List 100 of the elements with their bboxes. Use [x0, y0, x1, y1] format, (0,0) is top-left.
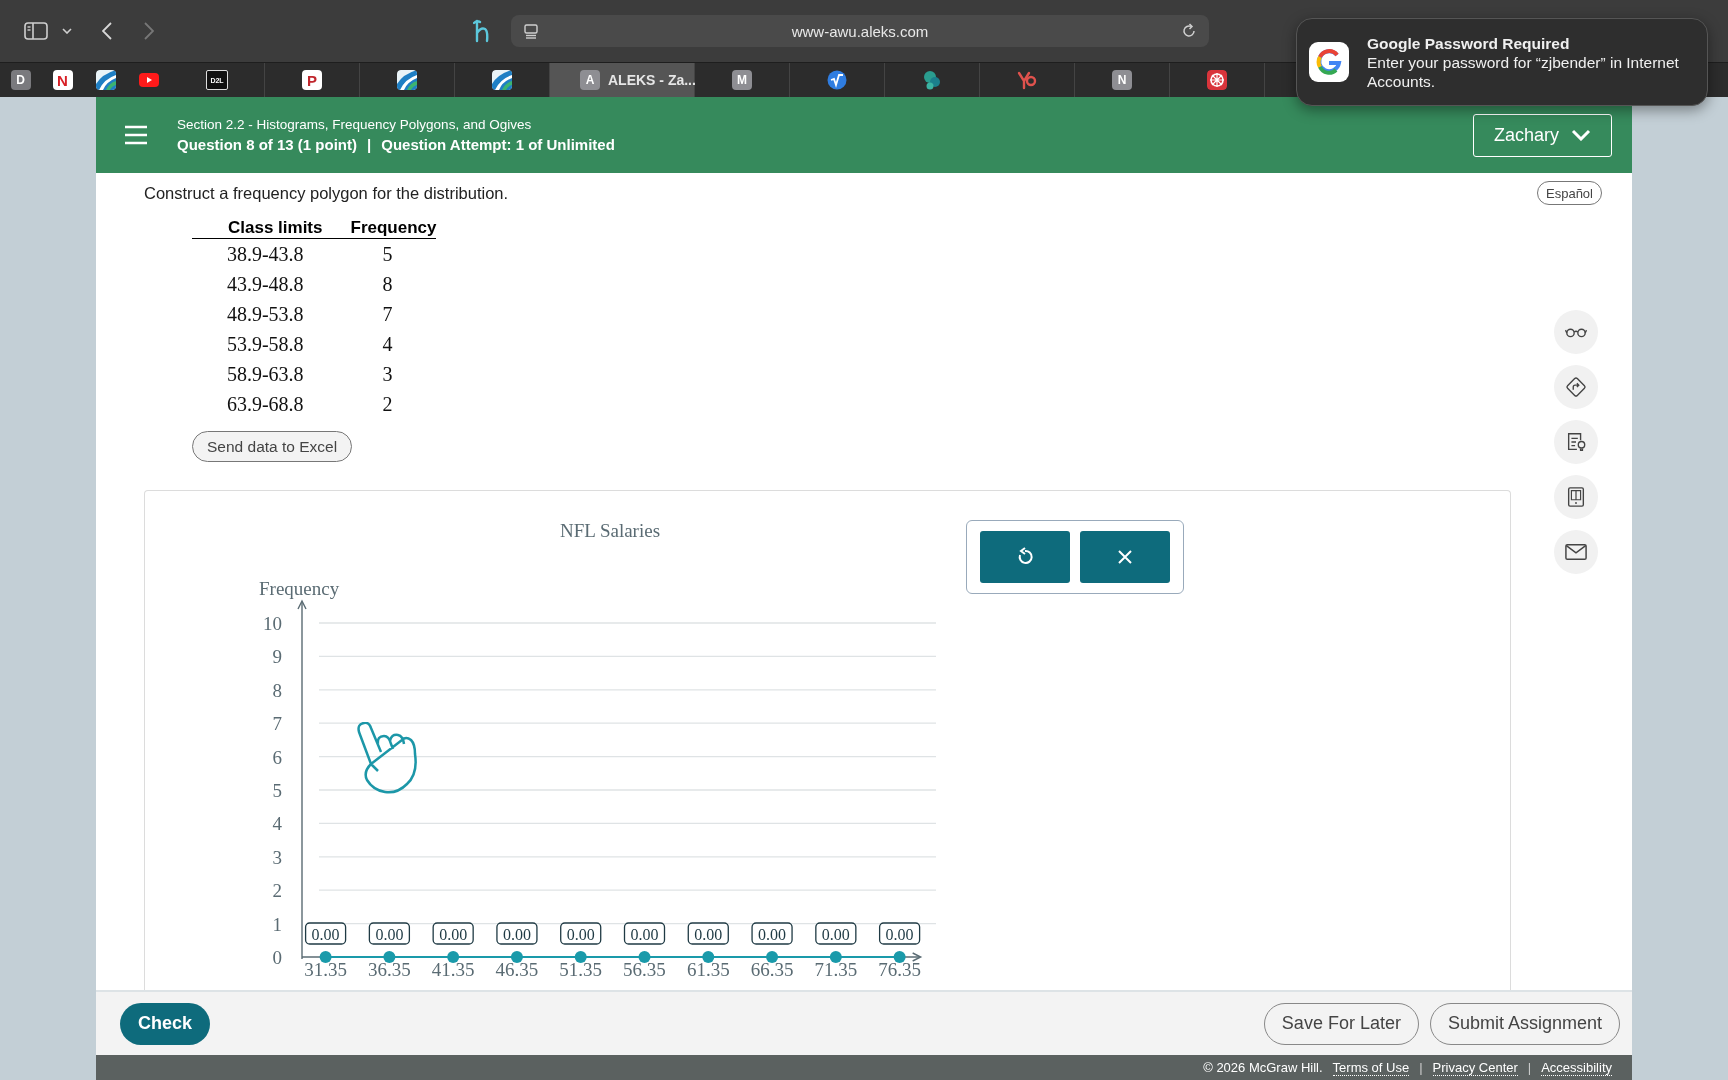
tick-label: 7: [272, 713, 282, 735]
save-for-later-button[interactable]: Save For Later: [1263, 1002, 1419, 1045]
tick-label: 4: [272, 813, 282, 835]
hint-button[interactable]: [1553, 420, 1598, 464]
browser-tab[interactable]: D: [0, 63, 41, 97]
column-header: Frequency: [338, 217, 437, 239]
table-cell-text: 43.9-48.8: [225, 272, 305, 297]
table-cell-text: 7: [381, 302, 394, 327]
tick-label: 10: [263, 613, 282, 634]
tick-label: 5: [272, 780, 282, 801]
address-text: www-awu.aleks.com: [790, 22, 930, 40]
question-text: Construct a frequency polygon for the distribution.: [144, 183, 510, 203]
data-point[interactable]: [638, 951, 651, 963]
table-cell-text: 3: [381, 362, 394, 387]
ebook-button[interactable]: [1553, 475, 1598, 519]
data-point[interactable]: [766, 951, 779, 963]
footer-link[interactable]: Terms of Use: [1332, 1059, 1410, 1076]
table-cell: 5: [338, 238, 437, 269]
sidebar-icon[interactable]: [24, 22, 48, 40]
axis-label: Frequency: [259, 578, 340, 599]
user-menu-button[interactable]: Zachary: [1473, 113, 1612, 157]
tick-label: 2: [272, 880, 282, 902]
copyright-text: © 2026 McGraw Hill.: [1203, 1060, 1323, 1075]
column-header: Class limits: [192, 217, 339, 239]
turn-sign-icon: [1564, 376, 1587, 398]
letter-favicon: P: [302, 70, 322, 90]
google-logo-icon: [1309, 42, 1349, 82]
data-point[interactable]: [510, 951, 523, 963]
tick-label: 51.35: [559, 959, 603, 980]
separator: |: [1419, 1060, 1423, 1075]
value-label: 0.00: [815, 922, 857, 945]
value-label: 0.00: [623, 922, 666, 945]
message-button[interactable]: [1553, 530, 1598, 574]
tick-label: 6: [272, 746, 282, 768]
attempt-count: Question Attempt: 1 of Unlimited: [381, 136, 615, 153]
tick-label: 41.35: [431, 959, 475, 980]
footer-link[interactable]: Privacy Center: [1432, 1059, 1518, 1076]
submit-assignment-button[interactable]: Submit Assignment: [1429, 1002, 1620, 1045]
data-point[interactable]: [893, 951, 906, 963]
glasses-button[interactable]: [1553, 310, 1598, 354]
data-point[interactable]: [319, 951, 332, 963]
tick-label: 36.35: [368, 959, 411, 980]
tick-label: 61.35: [686, 959, 730, 980]
send-to-excel-button[interactable]: Send data to Excel: [192, 431, 353, 462]
tick-label: 0: [272, 947, 282, 968]
table-cell: 38.9-43.8: [192, 238, 339, 269]
data-point[interactable]: [702, 951, 715, 963]
tick-label: 71.35: [814, 959, 858, 980]
chevron-down-icon: [1571, 129, 1591, 141]
letter-favicon: N: [52, 70, 73, 90]
forward-icon[interactable]: [144, 22, 154, 40]
data-point[interactable]: [829, 951, 842, 963]
tick-label: 9: [272, 646, 282, 668]
value-label: 0.00: [687, 922, 729, 945]
footer-link[interactable]: Accessibility: [1541, 1059, 1612, 1076]
value-label: 0.00: [304, 922, 347, 945]
table-cell-text: 8: [381, 272, 394, 297]
reader-icon[interactable]: [523, 23, 539, 39]
tick-label: 3: [272, 846, 282, 868]
chevron-down-icon[interactable]: [62, 28, 72, 34]
back-icon[interactable]: [102, 22, 112, 40]
tick-label: 76.35: [878, 959, 921, 980]
browser-tab[interactable]: N: [41, 63, 84, 97]
menu-icon[interactable]: [124, 125, 148, 145]
undo-button[interactable]: [980, 531, 1070, 583]
data-point[interactable]: [574, 951, 587, 963]
table-cell-text: 58.9-63.8: [225, 362, 305, 387]
notification-title: Google Password Required: [1367, 33, 1571, 53]
language-button[interactable]: Español: [1537, 181, 1602, 205]
tick-label: 56.35: [623, 959, 666, 980]
directions-button[interactable]: [1553, 365, 1598, 409]
mail-icon: [1564, 541, 1587, 563]
table-cell-text: 48.9-53.8: [225, 302, 305, 327]
value-label: 0.00: [368, 922, 411, 945]
value-label: 0.00: [560, 922, 602, 945]
value-label: 0.00: [496, 922, 538, 945]
table-cell-text: 63.9-68.8: [225, 392, 305, 417]
pointer-hand-icon: [357, 722, 419, 796]
password-notification[interactable]: Google Password Required Enter your password for “zjbender” in Internet Accounts.: [1296, 18, 1708, 106]
data-point[interactable]: [447, 951, 460, 963]
notification-message: Enter your password for “zjbender” in Internet Accounts.: [1367, 52, 1680, 91]
value-label: 0.00: [751, 922, 793, 945]
browser-tab[interactable]: A ALEKS - Za...: [550, 63, 695, 97]
tick-label: 66.35: [750, 959, 794, 980]
separator: |: [367, 136, 372, 153]
section-title: Section 2.2 - Histograms, Frequency Polygons, and Ogives: [177, 117, 533, 132]
letter-favicon: N: [1112, 70, 1132, 90]
table-cell-text: 2: [381, 392, 394, 417]
value-label: 0.00: [878, 922, 921, 945]
data-point[interactable]: [383, 951, 396, 963]
check-button[interactable]: Check: [120, 1002, 210, 1045]
tick-label: 31.35: [304, 959, 347, 980]
reload-icon[interactable]: [1181, 23, 1197, 39]
letter-favicon: D: [10, 70, 31, 90]
letter-favicon: M: [732, 70, 752, 90]
tick-label: 46.35: [495, 959, 539, 980]
address-bar[interactable]: www-awu.aleks.com: [511, 15, 1209, 47]
tick-label: 8: [272, 679, 282, 701]
question-number: Question 8 of 13 (1 point): [177, 136, 357, 153]
separator: |: [1527, 1060, 1532, 1075]
